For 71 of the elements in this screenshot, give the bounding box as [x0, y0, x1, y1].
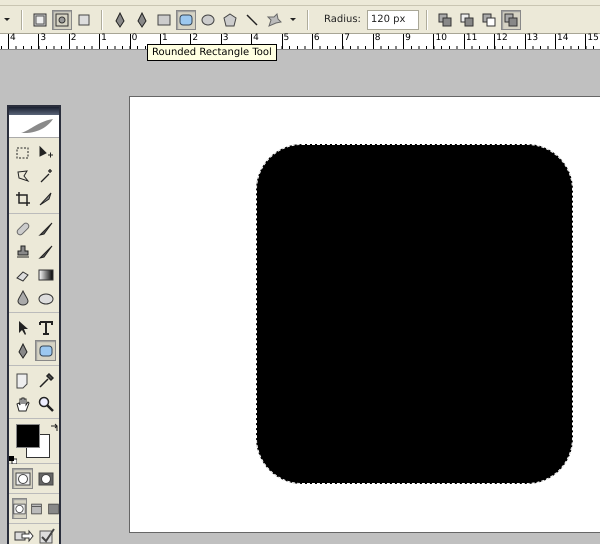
ruler-label: 6 — [312, 34, 320, 43]
line-icon — [244, 12, 260, 28]
shape-layers-icon — [32, 12, 48, 28]
full-menu-mode-icon — [30, 500, 43, 516]
ruler-label: 1 — [100, 34, 107, 43]
standard-mode-button[interactable] — [12, 468, 33, 489]
search-icon — [38, 396, 54, 412]
star-shape-icon — [266, 12, 282, 28]
subtract-shape-icon — [458, 12, 475, 28]
ruler-label: 0 — [130, 34, 138, 43]
marquee-icon — [14, 144, 30, 160]
paths-icon — [54, 12, 70, 28]
gradient-icon — [38, 266, 54, 282]
move-icon — [38, 144, 54, 160]
ruler-label: 2 — [191, 34, 198, 43]
radius-label: Radius: — [324, 14, 361, 25]
ruler-label: 5 — [282, 34, 290, 43]
ruler-label: 2 — [70, 34, 77, 43]
hand-icon — [14, 396, 30, 412]
rounded-rectangle-button[interactable] — [176, 10, 196, 30]
ruler-label: 14 — [556, 34, 568, 43]
rounded-rectangle-icon — [178, 12, 194, 28]
ruler-label: 15 — [586, 34, 599, 43]
ruler-label: 13 — [526, 34, 538, 43]
ruler-label: 11 — [464, 34, 478, 43]
toolbox-header — [9, 107, 59, 115]
fill-pixels-icon — [76, 12, 92, 28]
rectangle-icon — [156, 12, 172, 28]
paths-button[interactable] — [52, 10, 72, 30]
text-tool-icon — [38, 320, 54, 336]
tooltip: Rounded Rectangle Tool — [147, 44, 277, 61]
ruler-label: 4 — [252, 34, 259, 43]
intersect-shape-icon — [480, 12, 497, 28]
lasso-icon — [14, 168, 30, 184]
quick-mask-icon — [38, 470, 54, 486]
ruler-label: 3 — [222, 34, 228, 43]
note-icon — [14, 372, 30, 388]
feather-icon — [19, 117, 55, 135]
rounded-rectangle-icon — [38, 342, 54, 358]
stamp-icon — [14, 244, 30, 260]
ruler-label: 9 — [404, 34, 411, 43]
knife-icon — [38, 190, 54, 206]
standard-mode-icon — [14, 470, 30, 486]
brush-icon — [38, 244, 54, 260]
brush-icon — [38, 220, 54, 236]
default-colors-icon[interactable] — [9, 456, 17, 464]
ruler-label: 1 — [160, 34, 168, 43]
ruler-label: 7 — [343, 34, 350, 43]
ruler-label: 3 — [39, 34, 46, 43]
radius-field[interactable]: 120 px — [366, 10, 419, 30]
exclude-shape-icon — [502, 12, 519, 28]
standard-mode-button[interactable] — [12, 498, 27, 519]
add-shape-icon — [436, 12, 453, 28]
ruler-label: 8 — [374, 34, 380, 43]
polygon-icon — [222, 12, 238, 28]
rounded-rectangle-button[interactable] — [35, 340, 56, 361]
standard-mode-icon — [13, 500, 26, 516]
caret-icon[interactable] — [4, 18, 10, 21]
color-swatches-drawing[interactable] — [16, 424, 50, 458]
full-screen-mode-icon — [47, 500, 60, 516]
ruler-label: 4 — [9, 34, 16, 43]
exclude-shape-button[interactable] — [500, 10, 521, 30]
drop-icon — [14, 290, 30, 306]
checkmark-icon[interactable] — [38, 528, 54, 544]
caret-icon[interactable] — [290, 18, 296, 21]
ruler-label: 12 — [495, 34, 508, 43]
crop-icon — [14, 190, 30, 206]
ruler-label: 10 — [434, 34, 447, 43]
jump-to-icon[interactable] — [14, 528, 34, 544]
ellipse-icon — [200, 12, 216, 28]
swap-colors-icon[interactable] — [50, 423, 59, 432]
